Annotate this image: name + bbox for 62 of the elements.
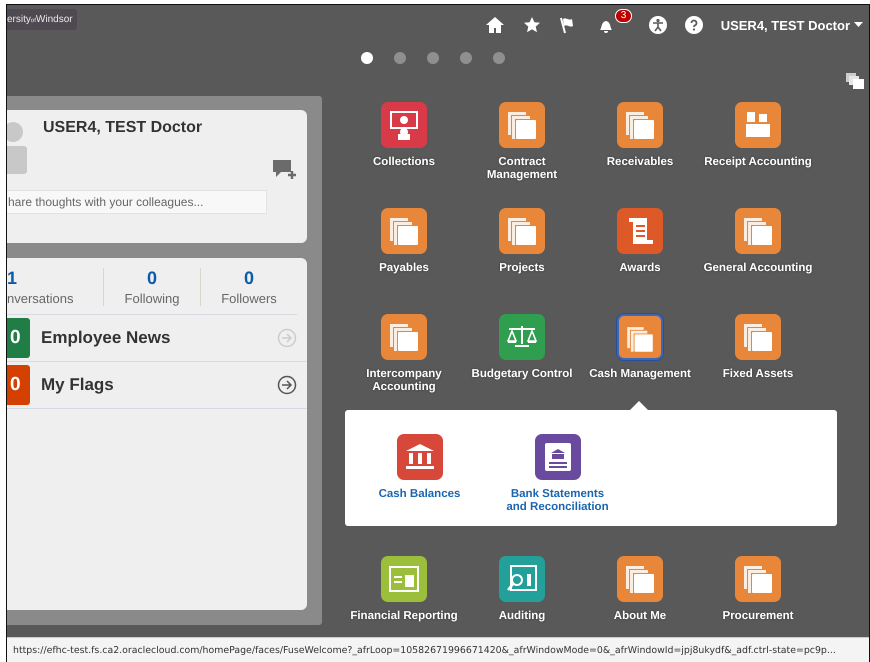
stat-count[interactable]: 0 xyxy=(146,268,157,289)
pages-icon[interactable] xyxy=(735,208,781,254)
scroll-icon[interactable] xyxy=(617,208,663,254)
page-dot[interactable] xyxy=(493,52,505,64)
app-label[interactable]: Budgetary Control xyxy=(472,368,572,381)
home-icon[interactable] xyxy=(484,16,505,34)
pages-icon[interactable] xyxy=(499,208,545,254)
page-dot[interactable] xyxy=(427,52,439,64)
app-label[interactable]: Cash Management xyxy=(589,368,691,381)
app-label[interactable]: Awards xyxy=(619,262,661,275)
submenu-link[interactable]: Bank Statements and Reconciliation xyxy=(500,488,615,514)
notification-badge: 3 xyxy=(614,9,632,23)
bank-icon[interactable] xyxy=(396,434,442,480)
user-name: USER4, TEST Doctor xyxy=(43,119,202,137)
app-label[interactable]: General Accounting xyxy=(704,262,812,275)
app-label[interactable]: Fixed Assets xyxy=(722,368,794,381)
arrow-circle-icon[interactable] xyxy=(277,375,297,395)
caret-icon xyxy=(854,22,863,28)
pages-icon[interactable] xyxy=(617,556,663,602)
pages-icon[interactable] xyxy=(499,102,545,148)
pages-icon[interactable] xyxy=(617,314,663,360)
app-label[interactable]: Auditing xyxy=(498,610,546,623)
app-label[interactable]: Projects xyxy=(499,262,545,275)
stat-label: nversations xyxy=(7,291,74,306)
user-menu[interactable]: USER4, TEST Doctor xyxy=(720,18,863,32)
list-title[interactable]: My Flags xyxy=(41,375,277,395)
stacked-windows-icon[interactable] xyxy=(846,73,864,89)
pages-icon[interactable] xyxy=(381,314,427,360)
app-label[interactable]: Financial Reporting xyxy=(350,610,458,623)
app-label[interactable]: Procurement xyxy=(722,610,794,623)
app-label[interactable]: Receivables xyxy=(606,156,674,169)
report-icon[interactable] xyxy=(381,556,427,602)
app-label[interactable]: About Me xyxy=(614,610,666,623)
submenu-link[interactable]: Cash Balances xyxy=(378,488,460,501)
pages-icon[interactable] xyxy=(735,314,781,360)
statement-icon[interactable] xyxy=(534,434,580,480)
stat-count[interactable]: 1 xyxy=(7,268,18,289)
boxes-icon[interactable] xyxy=(735,102,781,148)
scales-icon[interactable] xyxy=(499,314,545,360)
stat-count[interactable]: 0 xyxy=(244,268,254,289)
share-field[interactable]: hare thoughts with your colleagues... xyxy=(7,190,267,214)
star-icon[interactable] xyxy=(522,16,541,34)
app-label[interactable]: Payables xyxy=(379,262,429,275)
help-icon[interactable] xyxy=(684,16,703,34)
link-url: https://efhc-test.fs.ca2.oraclecloud.com/homePage/faces/FuseWelcome?_afrLoop=10582671996671420&_afrWindowMode=0&_afrWindowId=jpj8ukydf&_adf.ctrl-state=pc9p... xyxy=(13,644,836,656)
page-dot[interactable] xyxy=(361,52,373,64)
app-label[interactable]: Intercompany Accounting xyxy=(347,368,461,394)
page-dot[interactable] xyxy=(394,52,406,64)
app-label[interactable]: Receipt Accounting xyxy=(704,156,812,169)
magnifier-chart-icon[interactable] xyxy=(499,556,545,602)
count-badge: 0 xyxy=(7,318,30,358)
stat-label: Followers xyxy=(221,291,277,306)
pages-icon[interactable] xyxy=(617,102,663,148)
page-dot[interactable] xyxy=(460,52,472,64)
app-label[interactable]: Contract Management xyxy=(465,156,579,182)
add-comment-icon[interactable] xyxy=(273,160,297,180)
pages-icon[interactable] xyxy=(381,208,427,254)
pages-icon[interactable] xyxy=(735,556,781,602)
app-label[interactable]: Collections xyxy=(373,156,435,169)
accessibility-icon[interactable] xyxy=(648,16,667,34)
count-badge: 0 xyxy=(7,365,30,405)
stat-label: Following xyxy=(124,291,180,306)
